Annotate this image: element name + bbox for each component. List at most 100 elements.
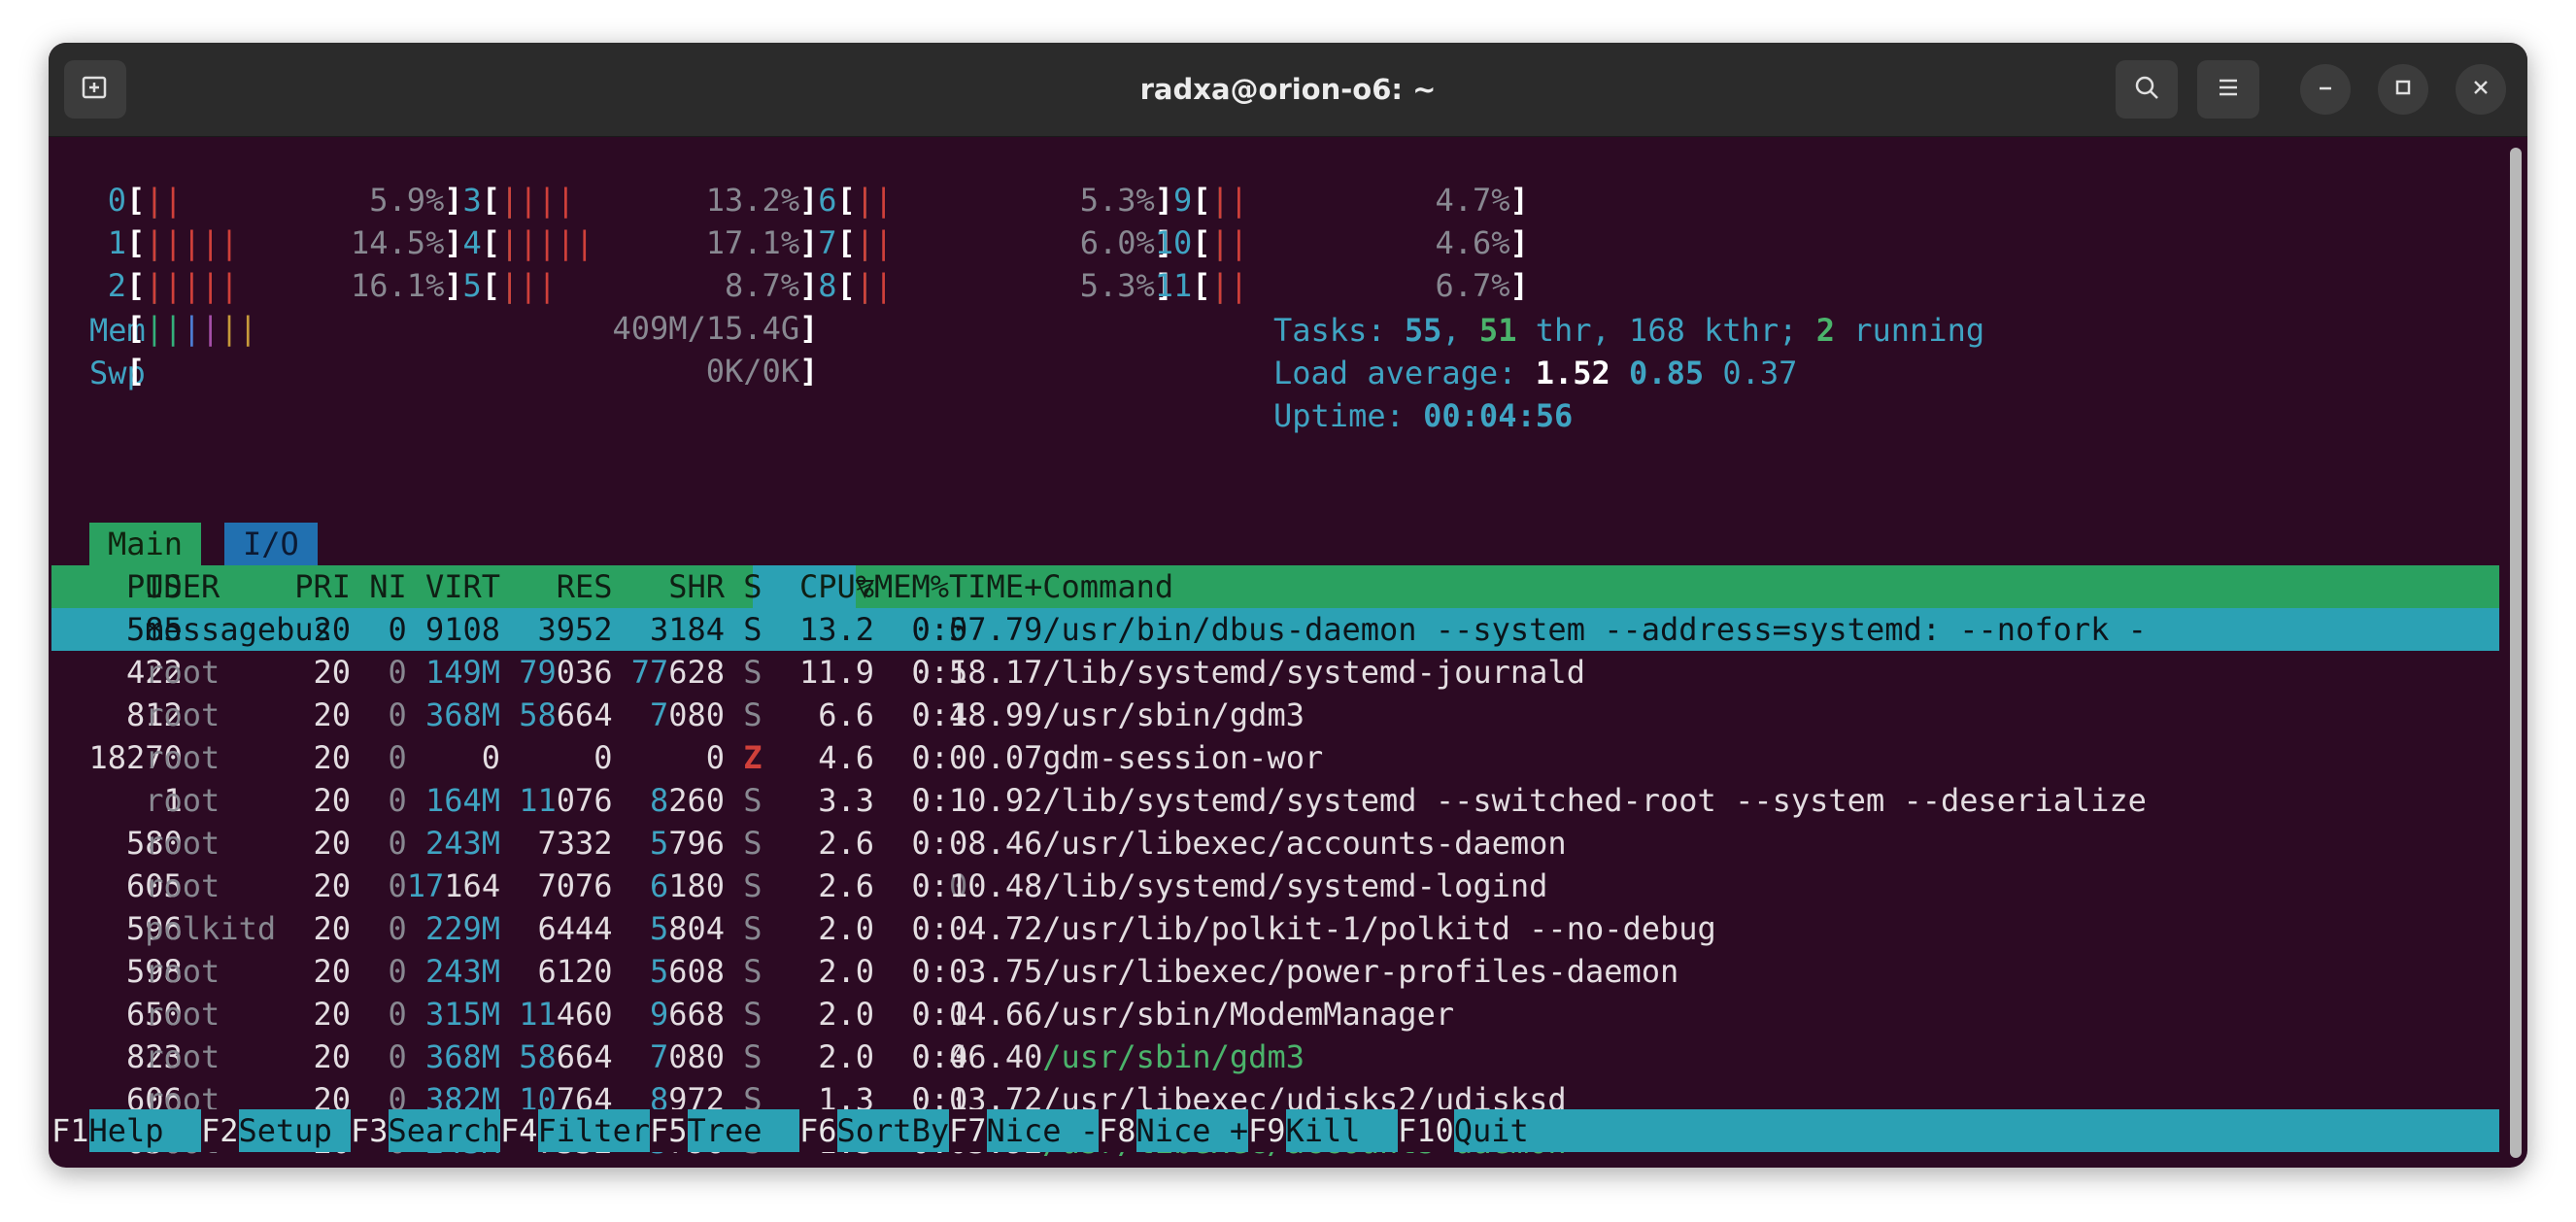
process-shr: 6180 <box>650 865 725 907</box>
fkey-f4[interactable]: F4 <box>500 1109 538 1152</box>
process-command: /usr/sbin/ModemManager <box>1042 996 1455 1033</box>
menu-button[interactable] <box>2197 60 2259 119</box>
process-row[interactable]: 18270 root 20 0 0 0 0 Z 4.6 0.0 0:00.07 gdm-session… <box>51 736 2499 779</box>
process-virt: 149M <box>425 654 501 691</box>
search-button[interactable] <box>2116 60 2178 119</box>
fkey-label[interactable]: Search <box>389 1109 501 1152</box>
process-shr: 0 <box>705 739 726 776</box>
cpu-meter-percent: 6.7% <box>1435 267 1510 304</box>
tab-main[interactable]: Main <box>89 523 202 565</box>
cpu-meter-id: 9 <box>1173 182 1193 219</box>
process-row[interactable]: 585 messagebus 20 0 9108 3952 3184 S 13.2 0.0 0:57… <box>51 608 2499 651</box>
process-time: 0:18.99 <box>911 696 1043 733</box>
process-user: root <box>145 825 220 862</box>
process-row[interactable]: 650 root 20 0 315M 11460 9668 S 2.0 0.1 0:04.66/us… <box>51 993 2499 1035</box>
meter-bracket-close: ] <box>1509 267 1529 304</box>
process-shr: 5804 <box>650 907 725 950</box>
process-ni: 0 <box>388 611 407 648</box>
process-res: 11460 <box>519 993 612 1035</box>
process-time: 0:18.17 <box>911 654 1043 691</box>
process-state: S <box>743 996 763 1033</box>
process-pri: 20 <box>313 910 352 947</box>
process-row[interactable]: 605 root 20 0 17164 7076 6180 S 2.6 0.0 0:10.48/li… <box>51 865 2499 907</box>
process-pri: 20 <box>313 739 352 776</box>
process-res: 58664 <box>519 694 612 736</box>
maximize-button[interactable] <box>2378 64 2428 115</box>
process-user: root <box>145 953 220 990</box>
minimize-button[interactable] <box>2300 64 2351 115</box>
process-pri: 20 <box>313 825 352 862</box>
process-time: 0:57.79 <box>911 611 1043 648</box>
process-pri: 20 <box>313 696 352 733</box>
uptime: Uptime: 00:04:56 <box>1273 397 1574 434</box>
fkey-label[interactable]: Help <box>89 1109 202 1152</box>
fkey-f7[interactable]: F7 <box>949 1109 987 1152</box>
process-ni: 0 <box>388 996 407 1033</box>
fkey-f2[interactable]: F2 <box>201 1109 239 1152</box>
col-res-header: RES <box>556 568 613 605</box>
process-ni: 0 <box>388 867 407 904</box>
scrollbar[interactable] <box>2510 148 2522 1158</box>
terminal-window: radxa@orion-o6: ~ Tasks: 55, 51 thr, 168… <box>49 43 2527 1168</box>
process-pri: 20 <box>313 996 352 1033</box>
process-user: polkitd <box>145 910 277 947</box>
meter-bracket-close: ] <box>1509 182 1529 219</box>
fkey-f3[interactable]: F3 <box>351 1109 389 1152</box>
process-row[interactable]: 598 root 20 0 243M 6120 5608 S 2.0 0.0 0:03.75/usr… <box>51 950 2499 993</box>
fkey-f5[interactable]: F5 <box>650 1109 688 1152</box>
fkey-label[interactable]: Nice + <box>1136 1109 1249 1152</box>
process-row[interactable]: 812 root 20 0 368M 58664 7080 S 6.6 0.4 0:18.99/us… <box>51 694 2499 736</box>
process-row[interactable]: 422 root 20 0 149M 79036 77628 S 11.9 0.5 0:18.17/… <box>51 651 2499 694</box>
fkey-label[interactable]: Quit <box>1454 1109 1529 1152</box>
fkey-label[interactable]: Filter <box>538 1109 651 1152</box>
col-user-header: USER <box>145 568 220 605</box>
fkey-f10[interactable]: F10 <box>1398 1109 1454 1152</box>
process-row[interactable]: 823 root 20 0 368M 58664 7080 S 2.0 0.4 0:06.40/us… <box>51 1035 2499 1078</box>
process-time: 0:04.66 <box>911 996 1043 1033</box>
fkey-f1[interactable]: F1 <box>51 1109 89 1152</box>
fkey-label[interactable]: Nice - <box>987 1109 1100 1152</box>
maximize-icon <box>2392 77 2414 102</box>
process-virt: 368M <box>425 1038 501 1075</box>
meter-bracket-close: ] <box>1509 224 1529 261</box>
process-row[interactable]: 596 polkitd 20 0 229M 6444 5804 S 2.0 0.0 0:04.72/… <box>51 907 2499 950</box>
mem-meter-bars: |||||| <box>145 307 257 350</box>
cpu-meter-percent: 4.7% <box>1435 182 1510 219</box>
process-command: /lib/systemd/systemd-logind <box>1042 867 1548 904</box>
process-pri: 20 <box>313 782 352 819</box>
process-ni: 0 <box>388 825 407 862</box>
fkey-label[interactable]: SortBy <box>837 1109 950 1152</box>
close-button[interactable] <box>2456 64 2506 115</box>
meter-bracket-close: ] <box>799 353 819 390</box>
process-row[interactable]: 580 root 20 0 243M 7332 5796 S 2.6 0.0 0:08.46/usr… <box>51 822 2499 865</box>
cpu-meter-bars: || <box>1211 221 1249 264</box>
process-ni: 0 <box>388 696 407 733</box>
fkey-f9[interactable]: F9 <box>1248 1109 1286 1152</box>
fkey-f6[interactable]: F6 <box>799 1109 837 1152</box>
fkey-f8[interactable]: F8 <box>1099 1109 1136 1152</box>
tab-io[interactable]: I/O <box>224 523 318 565</box>
meter-bracket-open: [ <box>1192 267 1211 304</box>
load-average: Load average: 1.52 0.85 0.37 <box>1273 355 1798 391</box>
process-virt: 315M <box>425 996 501 1033</box>
col-mem-header: MEM% <box>874 568 950 605</box>
process-cpu: 4.6 <box>818 739 875 776</box>
fkey-label[interactable]: Tree <box>688 1109 800 1152</box>
process-virt: 164M <box>425 782 501 819</box>
process-command: /lib/systemd/systemd-journald <box>1042 654 1585 691</box>
process-user: root <box>145 696 220 733</box>
fkey-label[interactable]: Setup <box>239 1109 352 1152</box>
process-cpu: 2.0 <box>818 996 875 1033</box>
tasks-summary: Tasks: 55, 51 thr, 168 kthr; 2 running <box>1273 312 1985 349</box>
mem-meter-bar-chars: |||||| <box>145 310 257 347</box>
cpu-meter-11: 11[|| 6.7%] <box>51 264 2499 307</box>
process-row[interactable]: 1 root 20 0 164M 11076 8260 S 3.3 0.1 0:10.92/lib/… <box>51 779 2499 822</box>
fkey-label[interactable]: Kill <box>1286 1109 1399 1152</box>
htop-terminal[interactable]: Tasks: 55, 51 thr, 168 kthr; 2 running L… <box>51 136 2499 1161</box>
process-pri: 20 <box>313 1038 352 1075</box>
process-res: 7076 <box>537 867 613 904</box>
process-table-header: PID USER PRI NI VIRT RES SHR S CPU% MEM% TIME+ Comm… <box>51 565 2499 608</box>
process-time: 0:00.07 <box>911 739 1043 776</box>
process-command: /usr/bin/dbus-daemon --system --address=… <box>1042 611 2147 648</box>
process-time: 0:10.92 <box>911 782 1043 819</box>
